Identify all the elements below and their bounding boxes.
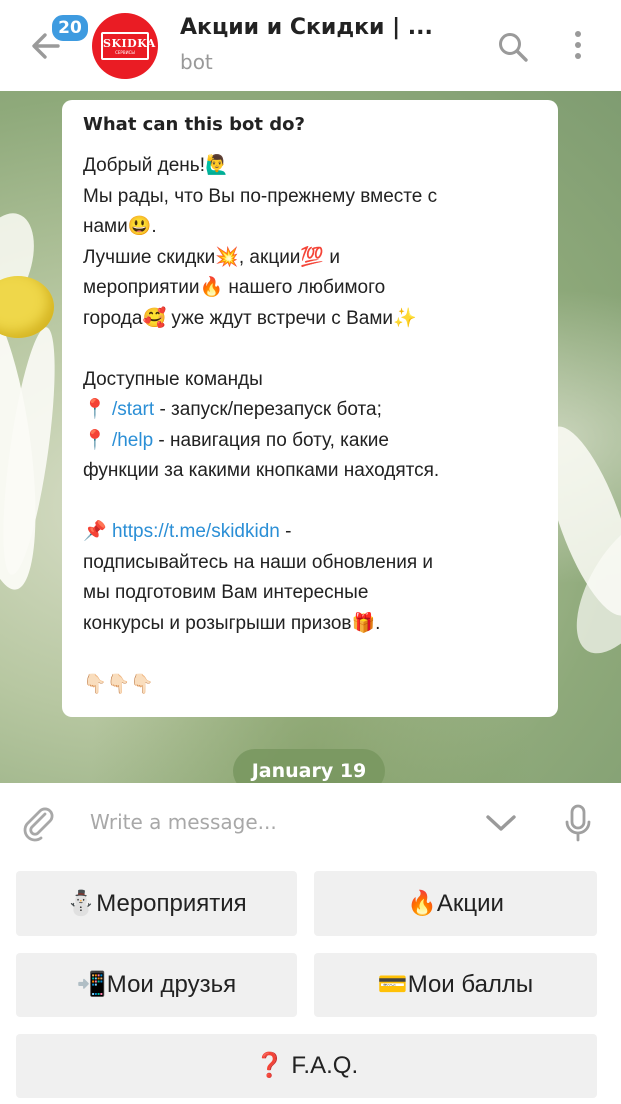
my-friends-button[interactable]: 📲Мои друзья [16,953,297,1017]
message-line: конкурсы и розыгрыши призов🎁. [83,612,381,634]
bot-intro-message: What can this bot do? Добрый день!🙋‍♂️ М… [62,100,558,717]
command-help-line: 📍 /help - навигация по боту, какие [83,429,389,451]
message-input[interactable] [90,807,450,837]
message-input-bar [0,783,621,863]
search-icon[interactable] [496,30,530,64]
unread-count-badge: 20 [50,13,90,43]
more-vertical-icon[interactable] [566,28,590,64]
pin-icon: 📍 [83,429,112,451]
chat-header: SKIDKA СЕРВИСЫ 20 Акции и Скидки | ... b… [0,0,621,91]
promotions-button[interactable]: 🔥Акции [314,871,597,936]
message-title: What can this bot do? [83,114,305,135]
pin-icon: 📍 [83,399,112,420]
message-line: Мы рады, что Вы по-прежнему вместе с [83,185,438,207]
message-line: подписывайтесь на наши обновления и [83,551,434,573]
chat-subtitle: bot [180,50,213,74]
message-line: нами😃. [83,216,157,237]
message-line: города🥰 уже ждут встречи с Вами✨ [83,307,417,329]
paperclip-icon[interactable] [20,805,58,843]
chevron-down-icon[interactable] [484,811,518,835]
message-line: мероприятии🔥 нашего любимого [83,277,386,298]
chat-title[interactable]: Акции и Скидки | ... [180,15,433,40]
message-line: Добрый день!🙋‍♂️ [83,155,229,176]
skidka-logo: SKIDKA СЕРВИСЫ [101,32,155,60]
message-line: Лучшие скидки💥, акции💯 и [83,246,340,268]
message-line: мы подготовим Вам интересные [83,582,369,603]
start-command-link[interactable]: /start [112,399,154,420]
pointing-down-icons: 👇🏻👇🏻👇🏻 [83,673,154,695]
help-command-link[interactable]: /help [112,430,153,451]
events-button[interactable]: ⛄Мероприятия [16,871,297,936]
message-line: функции за какими кнопками находятся. [83,460,440,481]
my-points-button[interactable]: 💳Мои баллы [314,953,597,1017]
channel-link[interactable]: https://t.me/skidkidn [112,521,280,542]
message-line: Доступные команды [83,368,263,390]
faq-button[interactable]: ❓ F.A.Q. [16,1034,597,1098]
pushpin-icon: 📌 [83,521,112,542]
bot-avatar[interactable]: SKIDKA СЕРВИСЫ [92,13,158,79]
command-start-line: 📍 /start - запуск/перезапуск бота; [83,399,382,420]
bot-reply-keyboard: ⛄Мероприятия 🔥Акции 📲Мои друзья 💳Мои бал… [0,863,621,1104]
message-body: Добрый день!🙋‍♂️ Мы рады, что Вы по-преж… [83,151,538,700]
channel-link-line: 📌 https://t.me/skidkidn - [83,521,292,542]
microphone-icon[interactable] [563,803,593,843]
